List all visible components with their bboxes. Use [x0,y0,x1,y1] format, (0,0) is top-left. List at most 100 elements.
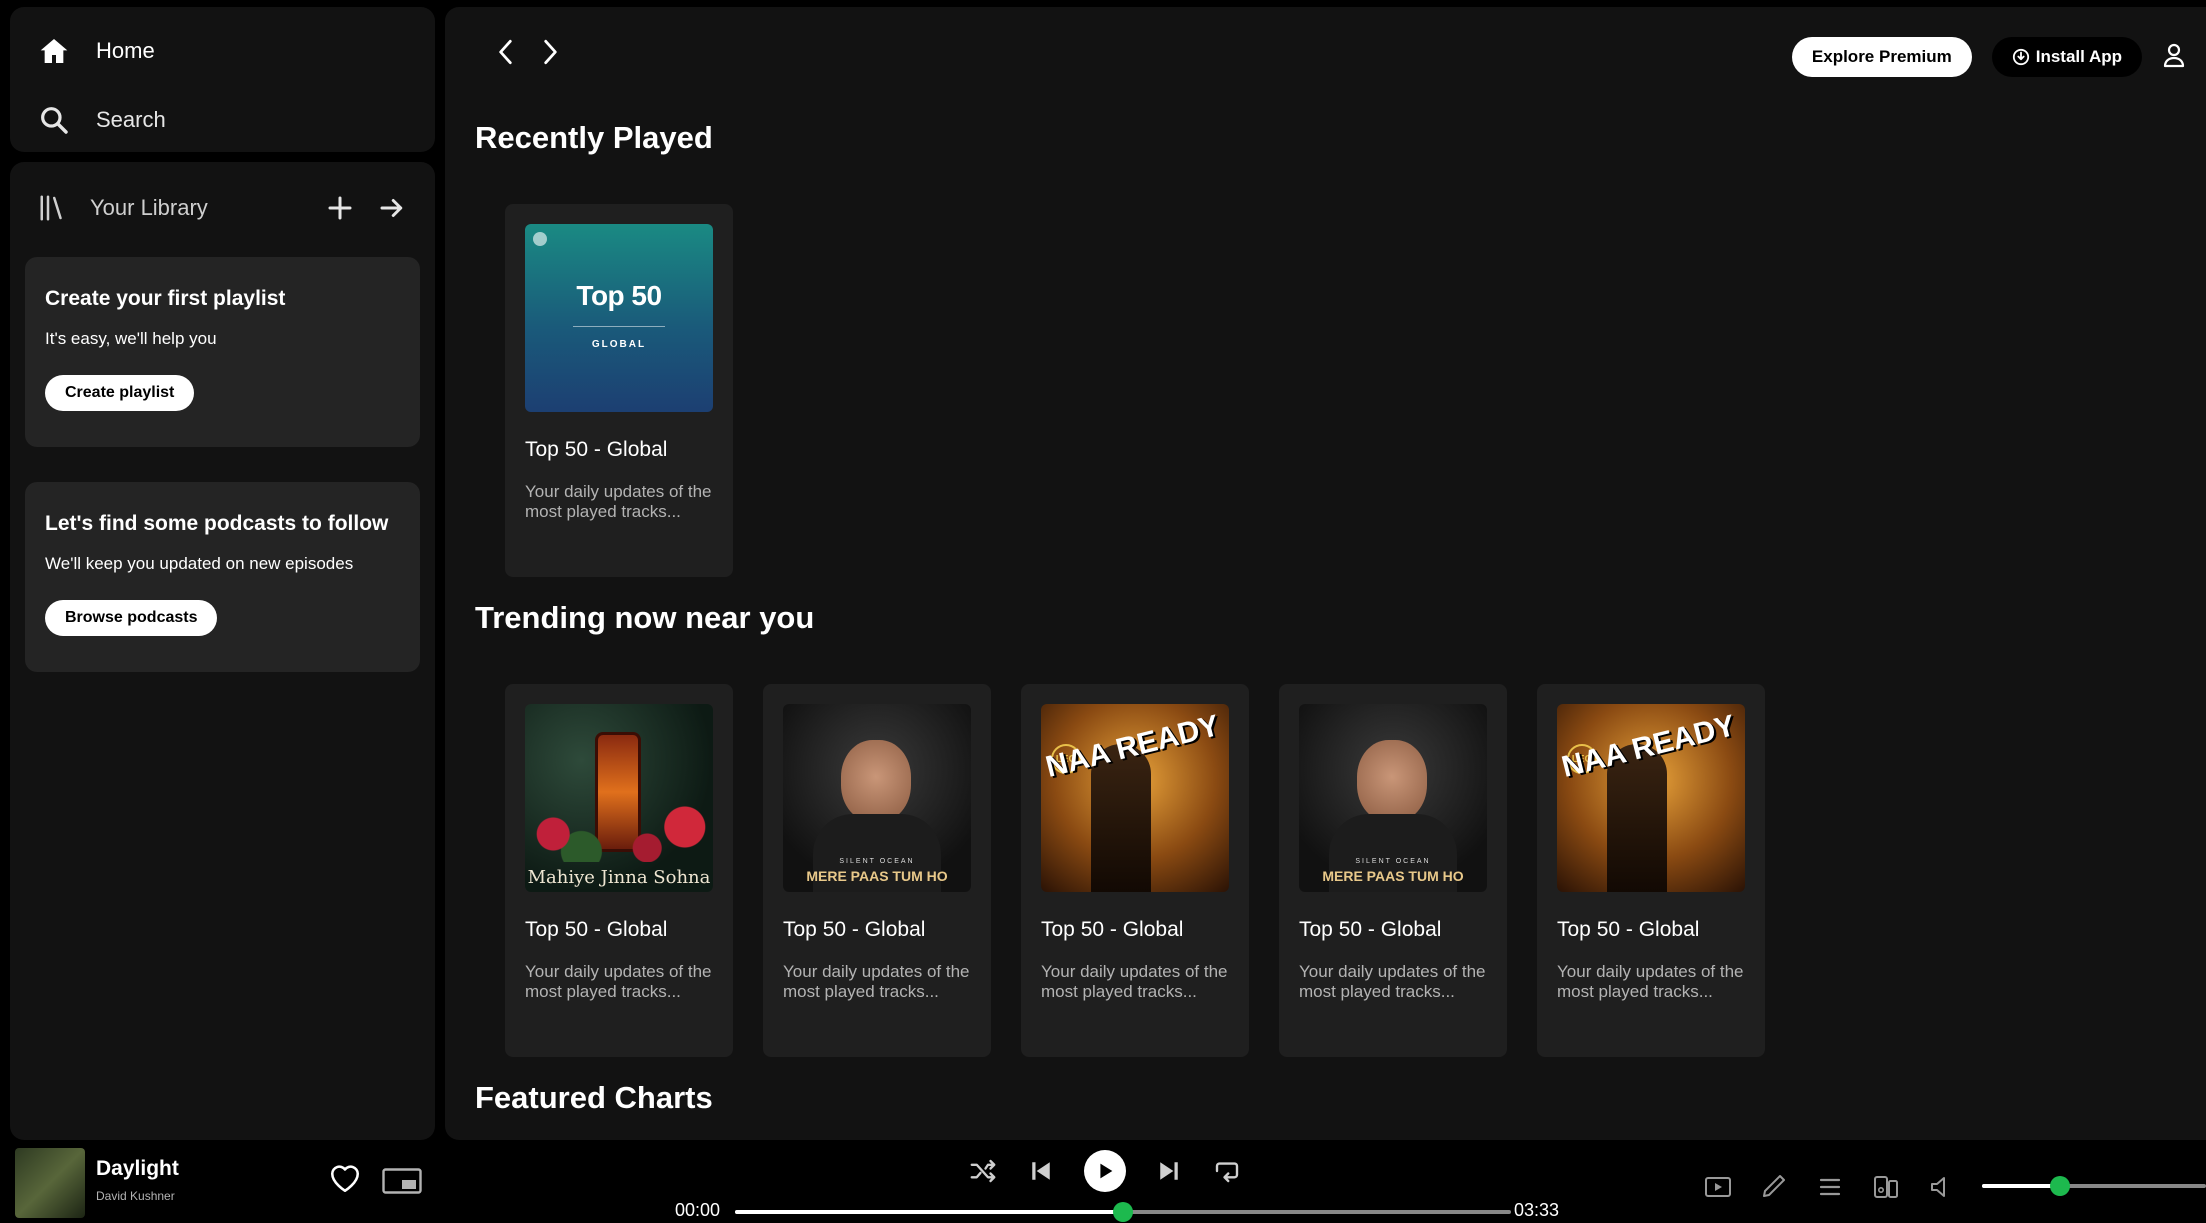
cover-text: MERE PAAS TUM HO [1322,868,1464,884]
now-playing-view-icon[interactable] [1704,1174,1732,1200]
home-icon [40,39,68,63]
card-description: Your daily updates of the most played tr… [1299,962,1486,1001]
user-menu[interactable] [2162,42,2186,73]
heart-icon[interactable] [328,1162,362,1194]
play-icon [1100,1163,1113,1179]
cover-text: MERE PAAS TUM HO [806,868,948,884]
shuffle-icon[interactable] [968,1156,998,1186]
card-description: Your daily updates of the most played tr… [525,482,712,521]
progress-bar[interactable] [735,1202,1511,1222]
card-description: Your daily updates of the most played tr… [1041,962,1228,1001]
card-title: Top 50 - Global [525,918,668,941]
playlist-card[interactable]: Mahiye Jinna Sohna Top 50 - Global Your … [505,684,733,1057]
explore-premium-button[interactable]: Explore Premium [1791,37,1972,77]
now-playing-artist[interactable]: David Kushner [96,1189,175,1203]
cover-text: Mahiye Jinna Sohna [527,867,711,888]
search-icon [41,107,68,134]
library-icon [40,195,62,221]
install-app-label: Install App [2035,47,2122,66]
previous-track-icon[interactable] [1026,1156,1056,1186]
playback-controls [968,1150,1242,1192]
recently-played-title: Recently Played [475,120,713,155]
header-actions: Explore Premium Install App [1791,37,2186,77]
nav-search[interactable]: Search [38,104,166,136]
nav-search-label: Search [96,107,166,132]
user-icon [2163,43,2185,67]
lyrics-icon[interactable] [1760,1174,1788,1200]
now-playing-title[interactable]: Daylight [96,1157,179,1181]
browse-podcasts-button[interactable]: Browse podcasts [45,600,218,636]
now-playing-artwork[interactable] [15,1148,85,1218]
main-content: Explore Premium Install App Recently Pla… [445,7,2206,1140]
install-app-button[interactable]: Install App [1991,37,2142,77]
card-description: Your daily updates of the most played tr… [1557,962,1744,1001]
library-label: Your Library [90,195,208,220]
trending-title: Trending now near you [475,600,815,635]
total-time: 03:33 [1514,1200,1560,1220]
playlist-card[interactable]: Top 50 GLOBAL Top 50 - Global Your daily… [505,204,733,577]
forward-arrow-icon[interactable] [537,37,563,67]
cover-subtext: SILENT OCEAN [839,858,915,865]
playlist-card[interactable]: SILENT OCEAN MERE PAAS TUM HO Top 50 - G… [763,684,991,1057]
repeat-icon[interactable] [1212,1156,1242,1186]
current-time: 00:00 [675,1200,721,1220]
nav-home-label: Home [96,38,155,63]
volume-icon[interactable] [1928,1174,1956,1200]
card-title: Top 50 - Global [1299,918,1442,941]
card-description: Your daily updates of the most played tr… [525,962,712,1001]
create-playlist-subtitle: It's easy, we'll help you [45,329,217,348]
connect-device-icon[interactable] [1872,1174,1900,1200]
cover-divider [573,326,665,327]
create-playlist-title: Create your first playlist [45,287,286,310]
podcasts-subtitle: We'll keep you updated on new episodes [45,554,354,573]
download-circle-icon [2012,48,2029,66]
create-playlist-card: Create your first playlist It's easy, we… [25,257,420,447]
cover-art [525,792,713,862]
library-header: Your Library [38,188,407,228]
cover-image: SILENT OCEAN MERE PAAS TUM HO [1299,704,1487,892]
cover-image: SILENT OCEAN MERE PAAS TUM HO [783,704,971,892]
cover-image: LEO NAA READY [1557,704,1745,892]
podcasts-card: Let's find some podcasts to follow We'll… [25,482,420,672]
nav-panel: Home Search [10,7,435,152]
cover-title: Top 50 [576,280,662,311]
volume-fill [1982,1184,2061,1188]
card-title: Top 50 - Global [1557,918,1700,941]
arrow-right-icon[interactable] [377,193,407,223]
queue-icon[interactable] [1816,1174,1844,1200]
playlist-card[interactable]: LEO NAA READY Top 50 - Global Your daily… [1537,684,1765,1057]
plus-icon[interactable] [325,193,355,223]
cover-image: LEO NAA READY [1041,704,1229,892]
recently-played-row: Top 50 GLOBAL Top 50 - Global Your daily… [505,204,733,577]
card-title: Top 50 - Global [1041,918,1184,941]
nav-home[interactable]: Home [38,35,155,67]
cover-image: Top 50 GLOBAL [525,224,713,412]
next-track-icon[interactable] [1154,1156,1184,1186]
library-panel: Your Library Create your first playlist … [10,162,435,1140]
library-toggle[interactable]: Your Library [38,193,325,223]
play-button[interactable] [1084,1150,1126,1192]
create-playlist-button[interactable]: Create playlist [45,375,195,411]
featured-charts-title: Featured Charts [475,1080,713,1115]
cover-image: Mahiye Jinna Sohna [525,704,713,892]
volume-slider[interactable] [1982,1176,2206,1196]
progress-handle[interactable] [1113,1202,1133,1222]
cover-subtext: SILENT OCEAN [1355,858,1431,865]
volume-handle[interactable] [2050,1176,2071,1196]
card-title: Top 50 - Global [783,918,926,941]
card-description: Your daily updates of the most played tr… [783,962,970,1001]
player-bar: Daylight David Kushner 00:00 03:33 [0,1140,2206,1223]
playlist-card[interactable]: SILENT OCEAN MERE PAAS TUM HO Top 50 - G… [1279,684,1507,1057]
extra-controls [1704,1174,1956,1200]
progress-fill [735,1210,1123,1214]
playlist-card[interactable]: LEO NAA READY Top 50 - Global Your daily… [1021,684,1249,1057]
trending-row: Mahiye Jinna Sohna Top 50 - Global Your … [505,684,1765,1057]
cover-art [841,740,911,822]
podcasts-title: Let's find some podcasts to follow [45,512,389,535]
cover-art [1357,740,1427,822]
history-nav [493,37,563,67]
card-title: Top 50 - Global [525,438,668,461]
back-arrow-icon[interactable] [493,37,519,67]
cover-subtitle: GLOBAL [591,339,647,350]
picture-in-picture-icon[interactable] [382,1168,422,1194]
